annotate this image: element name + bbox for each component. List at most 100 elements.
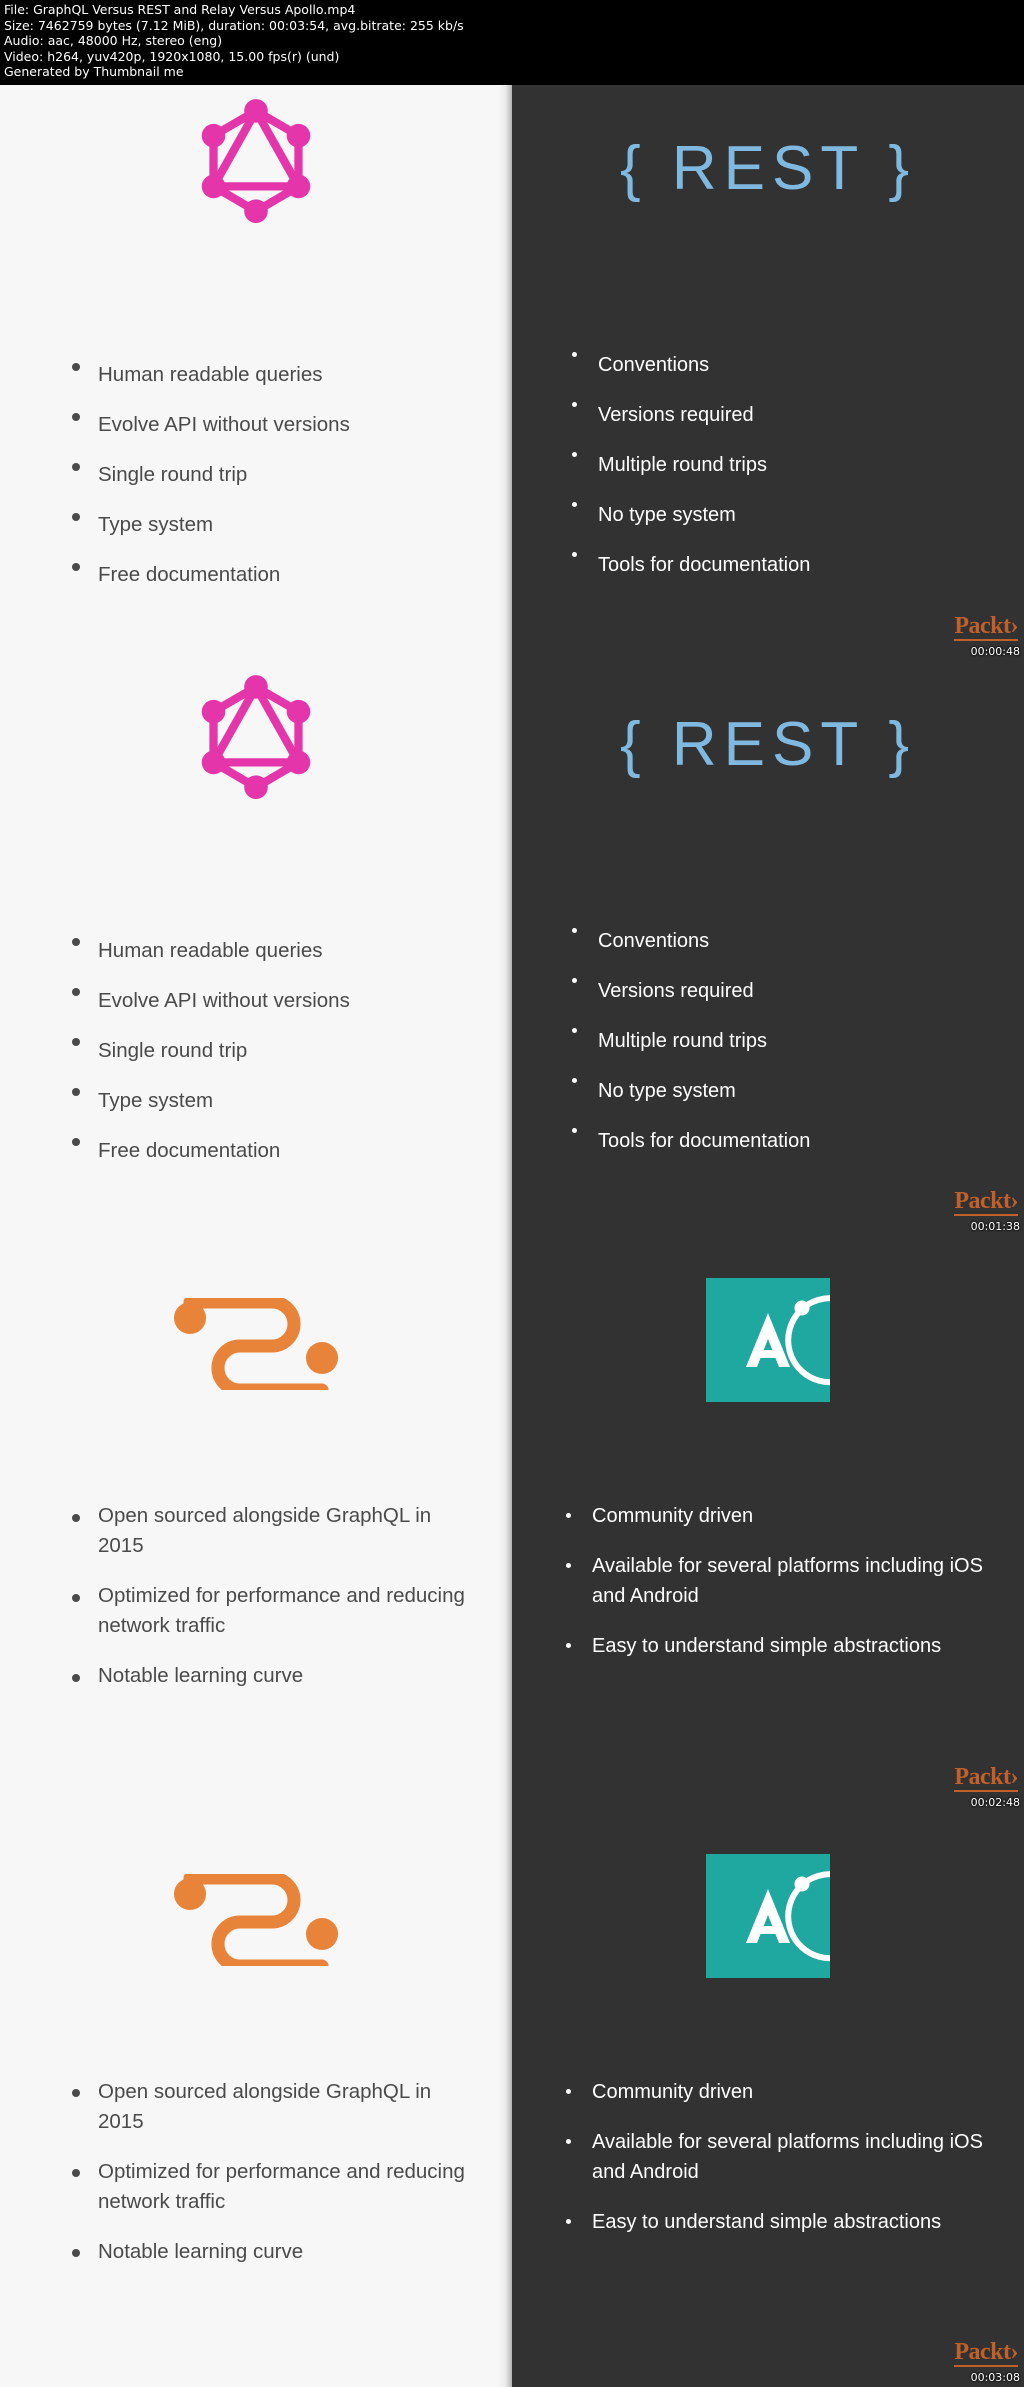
list-item-label: Human readable queries [98,363,323,386]
rest-feature-list: Conventions Versions required Multiple r… [560,916,1010,1166]
list-item: Tools for documentation [560,540,1010,590]
list-item: Evolve API without versions [60,400,490,450]
list-item-label: No type system [598,504,736,526]
packt-logo-text: Packt› [954,612,1018,641]
list-item-label: No type system [598,1079,736,1102]
packt-watermark: Packt› [926,614,1018,641]
bullet-dot-icon [72,1673,80,1682]
list-item-label: Optimized for performance and reducing n… [98,2159,465,2213]
list-item: Easy to understand simple abstractions [554,2207,994,2237]
list-item: Available for several platforms includin… [554,1551,994,1611]
packt-logo-text: Packt› [954,1763,1018,1792]
bullet-dot-icon [72,938,80,947]
list-item: Single round trip [60,1026,490,1076]
thumbnail-frame-relay[interactable]: Open sourced alongside GraphQL in 2015 O… [0,1811,512,2387]
list-item-label: Free documentation [98,1138,281,1162]
list-item: Versions required [560,966,1010,1016]
graphql-feature-list: Human readable queries Evolve API withou… [60,926,490,1176]
packt-watermark: Packt› [926,1189,1018,1216]
rest-title: { REST } [619,134,917,203]
thumbnail-sheet: File: GraphQL Versus REST and Relay Vers… [0,0,1024,2387]
list-item: Easy to understand simple abstractions [554,1631,994,1661]
file-info-video: Video: h264, yuv420p, 1920x1080, 15.00 f… [4,48,340,64]
list-item: Conventions [560,916,1010,966]
thumbnail-frame-rest[interactable]: { REST } Conventions Versions required M… [512,85,1024,661]
thumbnail-frame-graphql[interactable]: Human readable queries Evolve API withou… [0,85,512,661]
file-info-size: Size: 7462759 bytes (7.12 MiB), duration… [4,17,464,33]
bullet-dot-icon [572,452,577,458]
list-item: Open sourced alongside GraphQL in 2015 [60,1501,480,1561]
bullet-dot-icon [72,412,80,421]
list-item-label: Notable learning curve [98,2239,304,2263]
list-item-label: Type system [98,513,214,536]
thumbnail-frame-apollo[interactable]: Community driven Available for several p… [512,1811,1024,2387]
frame-timestamp: 00:03:08 [970,2371,1020,2384]
list-item-label: Easy to understand simple abstractions [592,2210,942,2233]
bullet-dot-icon [572,927,577,933]
thumbnail-frame-apollo[interactable]: Community driven Available for several p… [512,1236,1024,1812]
list-item-label: Community driven [592,2080,754,2103]
list-item-label: Multiple round trips [598,1029,767,1052]
packt-watermark: Packt› [926,1765,1018,1792]
list-item-label: Conventions [598,354,710,376]
list-item: Multiple round trips [560,1016,1010,1066]
list-item: Evolve API without versions [60,976,490,1026]
list-item: Community driven [554,2077,994,2107]
list-item: Type system [60,1076,490,1126]
relay-logo-icon [174,1298,338,1390]
list-item-label: Versions required [598,979,754,1002]
bullet-dot-icon [72,2249,80,2258]
graphql-logo-wrap [0,99,512,229]
frame-timestamp: 00:00:48 [970,644,1020,658]
bullet-dot-icon [72,1593,80,1602]
bullet-dot-icon [72,362,80,371]
packt-logo-text: Packt› [954,2339,1018,2367]
apollo-logo-wrap [512,1853,1024,1978]
file-info-block: File: GraphQL Versus REST and Relay Vers… [0,0,1024,85]
list-item: Type system [60,500,490,550]
list-item-label: Optimized for performance and reducing n… [98,1584,465,1637]
list-item-label: Tools for documentation [598,554,811,576]
list-item: Free documentation [60,1126,490,1176]
list-item: Notable learning curve [60,1661,480,1691]
list-item-label: Human readable queries [98,938,323,962]
graphql-logo-wrap [0,674,512,805]
relay-logo-wrap [0,1298,512,1390]
apollo-logo-wrap [512,1278,1024,1402]
list-item: No type system [560,1066,1010,1116]
list-item-label: Available for several platforms includin… [592,1555,983,1607]
list-item-label: Conventions [598,929,710,952]
thumbnail-frame-graphql[interactable]: Human readable queries Evolve API withou… [0,660,512,1236]
bullet-dot-icon [566,1643,571,1649]
list-item-label: Versions required [598,404,754,426]
bullet-dot-icon [566,1563,571,1569]
list-item-label: Single round trip [98,463,248,486]
file-info-generator: Generated by Thumbnail me [4,64,184,80]
apollo-feature-list: Community driven Available for several p… [554,2077,994,2257]
bullet-dot-icon [566,1513,571,1519]
bullet-dot-icon [72,988,80,997]
list-item: Notable learning curve [60,2237,480,2267]
relay-feature-list: Open sourced alongside GraphQL in 2015 O… [60,2077,480,2287]
relay-feature-list: Open sourced alongside GraphQL in 2015 O… [60,1501,480,1711]
graphql-logo-icon [201,674,311,799]
bullet-dot-icon [572,352,577,358]
bullet-dot-icon [572,1127,577,1133]
rest-title: { REST } [619,709,917,779]
list-item-label: Community driven [592,1505,754,1527]
thumbnail-row: Human readable queries Evolve API withou… [0,85,1024,661]
graphql-logo-icon [201,99,311,223]
list-item-label: Single round trip [98,1038,248,1062]
list-item: Open sourced alongside GraphQL in 2015 [60,2077,480,2137]
bullet-dot-icon [572,502,577,508]
list-item-label: Open sourced alongside GraphQL in 2015 [98,1504,432,1557]
thumbnail-frame-rest[interactable]: { REST } Conventions Versions required M… [512,660,1024,1236]
bullet-dot-icon [72,1038,80,1047]
relay-logo-icon [174,1873,338,1966]
bullet-dot-icon [72,2169,80,2178]
list-item: Versions required [560,390,1010,440]
thumbnail-frame-relay[interactable]: Open sourced alongside GraphQL in 2015 O… [0,1236,512,1812]
bullet-dot-icon [572,1077,577,1083]
list-item: Optimized for performance and reducing n… [60,2157,480,2217]
bullet-dot-icon [566,2138,571,2144]
